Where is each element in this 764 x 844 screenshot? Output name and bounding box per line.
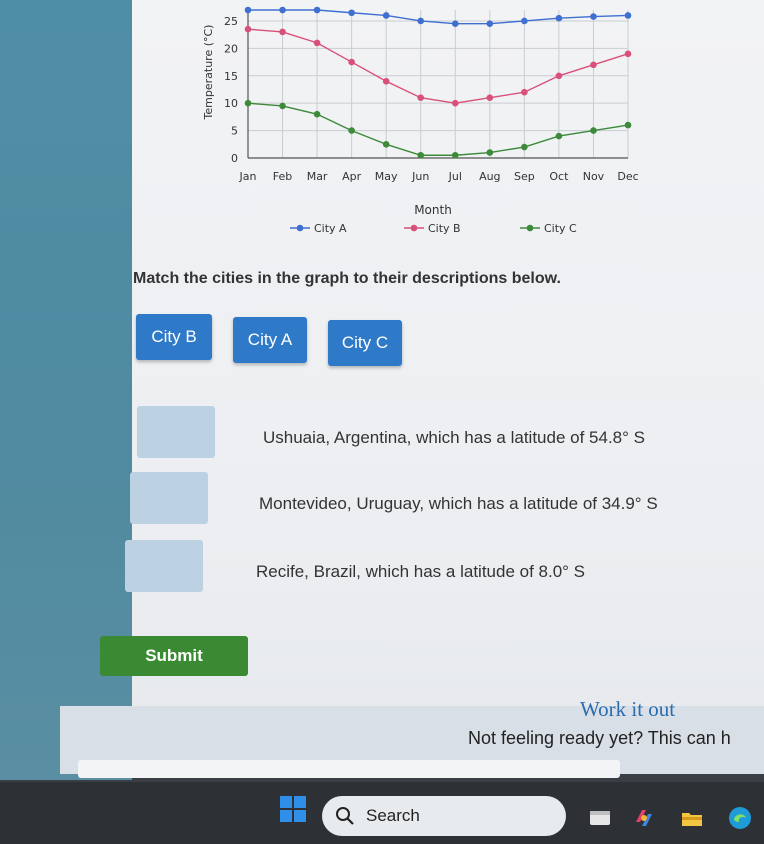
y-tick-label: 20 [224, 42, 238, 55]
data-point [486, 149, 494, 156]
x-tick-labels: Jan Feb Mar Apr May Jun Jul Aug Sep Oct Nov Dec [239, 170, 639, 183]
city-a-button[interactable]: City A [233, 317, 307, 363]
search-label: Search [366, 806, 420, 825]
chart-series [244, 6, 632, 159]
series-line-city-c [247, 102, 629, 156]
chart-legend: City A City B City C [290, 222, 577, 235]
legend-marker [526, 224, 534, 232]
y-tick-label: 25 [224, 15, 238, 28]
legend-marker [410, 224, 418, 232]
edge-browser-icon[interactable] [728, 806, 752, 830]
data-point [624, 121, 632, 129]
data-point [486, 20, 494, 28]
data-point [624, 50, 632, 58]
x-tick-label: Nov [583, 170, 605, 183]
chart-grid [247, 10, 629, 159]
data-point [348, 9, 355, 17]
submit-button[interactable]: Submit [100, 636, 248, 676]
legend-marker [296, 224, 304, 232]
data-point [382, 140, 390, 148]
city-c-button[interactable]: City C [328, 320, 402, 366]
chart-svg: 0 5 10 15 20 25 Jan Feb Mar Apr May Jun Jul Aug Sep Oc… [202, 6, 639, 235]
x-tick-label: Apr [342, 170, 362, 183]
data-point [244, 6, 252, 14]
x-tick-label: Mar [307, 170, 328, 183]
description-montevideo: Montevideo, Uruguay, which has a latitud… [259, 494, 658, 513]
data-point [486, 94, 494, 102]
x-tick-label: Dec [617, 170, 638, 183]
data-point [451, 151, 459, 159]
data-point [555, 132, 563, 140]
drop-target-montevideo[interactable] [130, 472, 208, 524]
copilot-icon[interactable] [632, 806, 656, 830]
data-point [521, 17, 528, 25]
data-point [279, 28, 286, 36]
x-tick-label: Aug [479, 170, 500, 183]
y-tick-labels: 0 5 10 15 20 25 [224, 15, 238, 165]
file-explorer-icon[interactable] [680, 806, 704, 830]
data-point [382, 77, 390, 85]
y-tick-label: 5 [231, 125, 238, 138]
taskbar-search-box[interactable]: Search [322, 796, 566, 836]
data-point [348, 58, 355, 66]
x-axis-label: Month [414, 203, 452, 217]
task-view-icon[interactable] [588, 806, 612, 830]
x-tick-label: Jan [239, 170, 257, 183]
search-icon [336, 807, 354, 825]
data-point [451, 99, 459, 107]
x-tick-label: Jun [411, 170, 429, 183]
x-tick-label: Sep [514, 170, 535, 183]
legend-label: City B [428, 222, 461, 235]
data-point [279, 6, 286, 14]
data-point [417, 94, 425, 102]
description-ushuaia: Ushuaia, Argentina, which has a latitude… [263, 428, 645, 447]
windows-start-icon[interactable] [280, 796, 306, 822]
legend-label: City A [314, 222, 347, 235]
data-point [417, 151, 425, 159]
y-axis-label: Temperature (°C) [202, 25, 215, 121]
data-point [590, 13, 597, 20]
bottom-card [78, 760, 620, 778]
drop-target-ushuaia[interactable] [137, 406, 215, 458]
x-tick-label: Feb [273, 170, 292, 183]
temperature-chart: 0 5 10 15 20 25 Jan Feb Mar Apr May Jun Jul Aug Sep Oc… [190, 0, 650, 250]
legend-label: City C [544, 222, 577, 235]
data-point [313, 39, 321, 47]
data-point [521, 88, 528, 96]
drop-target-recife[interactable] [125, 540, 203, 592]
work-it-out-heading: Work it out [580, 697, 676, 721]
data-point [451, 20, 459, 28]
data-point [555, 14, 563, 22]
y-tick-label: 15 [224, 70, 238, 83]
data-point [590, 61, 597, 69]
data-point [555, 72, 563, 80]
city-b-button[interactable]: City B [136, 314, 212, 360]
x-tick-label: Jul [448, 170, 462, 183]
description-recife: Recife, Brazil, which has a latitude of … [256, 562, 586, 581]
data-point [521, 143, 528, 151]
data-point [382, 12, 390, 19]
y-tick-label: 0 [231, 152, 238, 165]
series-line-city-a [248, 9, 629, 25]
data-point [279, 102, 286, 110]
data-point [417, 17, 425, 25]
data-point [590, 127, 597, 134]
data-point [624, 12, 632, 19]
instruction-text: Match the cities in the graph to their d… [133, 270, 561, 287]
x-tick-label: Oct [549, 170, 569, 183]
not-ready-text: Not feeling ready yet? This can h [468, 728, 731, 748]
y-tick-label: 10 [224, 97, 238, 110]
data-point [313, 110, 321, 118]
data-point [244, 99, 252, 107]
series-line-city-b [247, 28, 629, 104]
data-point [313, 6, 321, 14]
data-point [348, 127, 355, 134]
data-point [244, 25, 252, 33]
x-tick-label: May [375, 170, 398, 183]
